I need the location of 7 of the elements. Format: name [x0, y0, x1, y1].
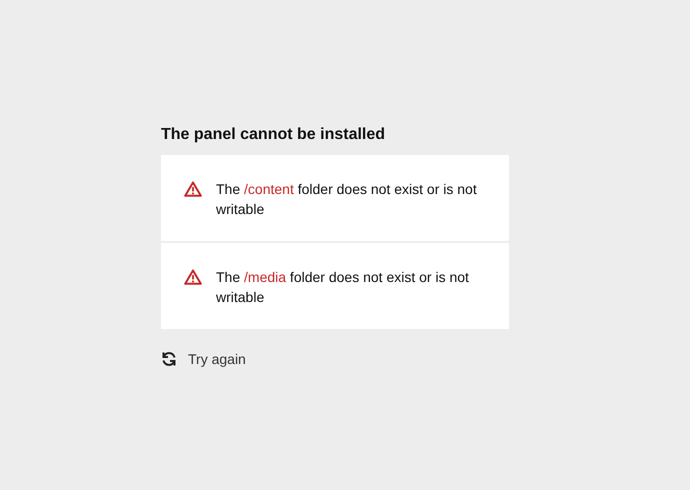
error-message: The /content folder does not exist or is not writable	[216, 180, 478, 219]
retry-button[interactable]: Try again	[161, 347, 246, 371]
refresh-icon	[161, 351, 177, 367]
warning-icon	[184, 181, 202, 197]
error-message: The /media folder does not exist or is not writable	[216, 268, 470, 307]
dialog-title: The panel cannot be installed	[161, 126, 386, 144]
warning-icon	[184, 269, 202, 285]
